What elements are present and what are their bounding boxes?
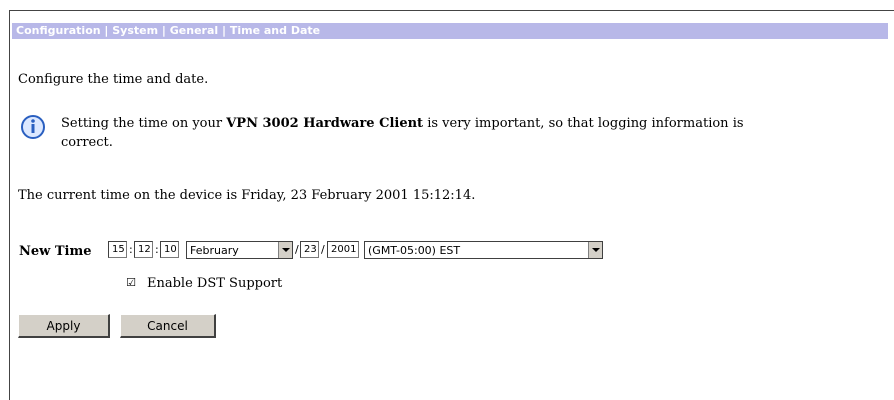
page-title-bar: Configuration | System | General | Time … — [12, 23, 888, 39]
apply-button[interactable]: Apply — [18, 314, 110, 338]
info-text: Setting the time on your VPN 3002 Hardwa… — [61, 116, 744, 131]
time-separator: : — [155, 243, 159, 256]
timezone-select[interactable]: (GMT-05:00) EST — [364, 241, 603, 259]
cancel-button[interactable]: Cancel — [120, 314, 216, 338]
info-text-after: is very important, so that logging infor… — [423, 116, 744, 131]
date-separator: / — [295, 243, 299, 256]
chevron-down-icon[interactable] — [588, 242, 602, 258]
breadcrumb: Configuration | System | General | Time … — [16, 24, 321, 37]
info-text-line2: correct. — [61, 135, 113, 150]
dst-label: Enable DST Support — [147, 276, 283, 291]
timezone-select-value: (GMT-05:00) EST — [368, 244, 461, 257]
day-input[interactable]: 23 — [300, 241, 319, 258]
content-frame — [9, 10, 894, 400]
time-separator: : — [129, 243, 133, 256]
minute-input[interactable]: 12 — [134, 241, 153, 258]
dst-checkbox[interactable]: ☑ — [126, 277, 136, 288]
hour-input[interactable]: 15 — [108, 241, 127, 258]
second-input[interactable]: 10 — [160, 241, 179, 258]
date-separator: / — [321, 243, 325, 256]
month-select[interactable]: February — [186, 241, 293, 259]
info-icon — [21, 115, 45, 139]
chevron-down-icon[interactable] — [278, 242, 292, 258]
current-time-text: The current time on the device is Friday… — [18, 188, 476, 203]
year-input[interactable]: 2001 — [327, 241, 359, 258]
intro-text: Configure the time and date. — [18, 72, 209, 87]
info-text-before: Setting the time on your — [61, 116, 227, 131]
new-time-label: New Time — [19, 244, 92, 259]
product-name: VPN 3002 Hardware Client — [226, 116, 424, 131]
month-select-value: February — [190, 244, 239, 257]
